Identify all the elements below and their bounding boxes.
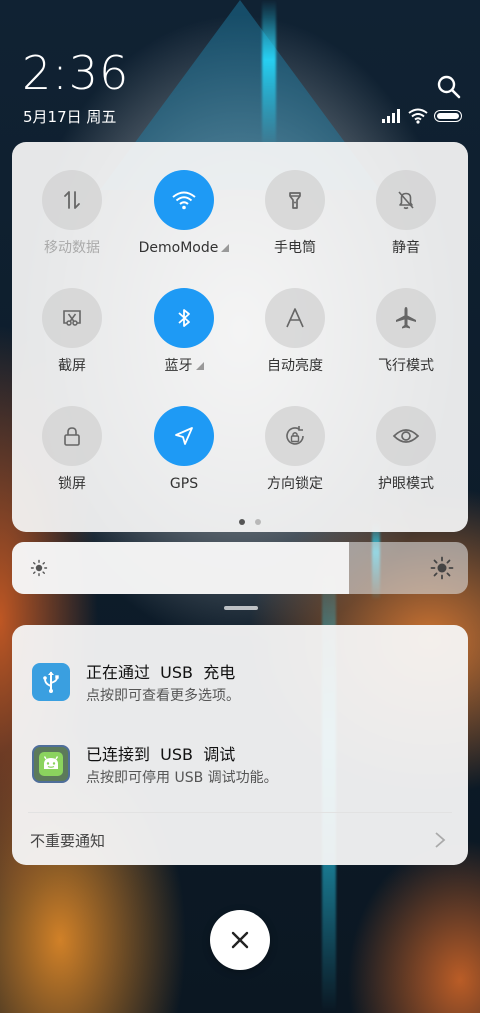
tile-label: 飞行模式: [378, 358, 434, 374]
usb-glyph-icon: [43, 671, 59, 693]
android-glyph-icon: [39, 752, 63, 776]
cell-signal-icon: [382, 109, 400, 123]
mobile-data-icon: [64, 191, 80, 209]
tile-label: 方向锁定: [267, 476, 323, 492]
tile-mute[interactable]: 静音: [356, 170, 456, 256]
tile-flashlight[interactable]: 手电筒: [245, 170, 345, 256]
search-icon[interactable]: [436, 74, 462, 100]
wifi-status-icon: [408, 108, 428, 124]
close-icon: [231, 931, 249, 949]
tile-mute-button[interactable]: [376, 170, 436, 230]
eye-icon: [392, 429, 420, 443]
notification-panel: 正在通过 USB 充电 点按即可查看更多选项。 已连接到 USB 调试 点按即可…: [12, 625, 468, 865]
notification-text: 点按即可停用 USB 调试功能。: [86, 770, 278, 786]
tile-label: 护眼模式: [378, 476, 434, 492]
tile-gps[interactable]: GPS: [134, 406, 234, 492]
usb-icon: [32, 663, 70, 701]
tile-label: 手电筒: [274, 240, 316, 256]
brightness-slider[interactable]: [12, 542, 468, 594]
auto-brightness-icon: [286, 308, 304, 328]
clear-all-button[interactable]: [210, 910, 270, 970]
screenshot-icon: [63, 310, 81, 326]
rotation-lock-icon: [286, 426, 304, 445]
battery-icon: [434, 110, 462, 122]
tile-label: DemoMode: [138, 240, 219, 256]
tile-auto-brightness-button[interactable]: [265, 288, 325, 348]
notification-text: 点按即可查看更多选项。: [86, 688, 240, 704]
quick-settings-panel: 移动数据 DemoMode 手电筒 静音 截屏 蓝牙 自动亮度 飞行模式 锁屏 …: [12, 142, 468, 532]
tile-mobile-data-button[interactable]: [42, 170, 102, 230]
expand-caret-icon: [221, 244, 230, 252]
tile-bluetooth[interactable]: 蓝牙: [134, 288, 234, 374]
tile-airplane[interactable]: 飞行模式: [356, 288, 456, 374]
tile-wifi[interactable]: DemoMode: [134, 170, 234, 256]
notification-usb-charging[interactable]: 正在通过 USB 充电 点按即可查看更多选项。: [12, 655, 468, 715]
tile-rotation-lock[interactable]: 方向锁定: [245, 406, 345, 492]
tile-label: 截屏: [58, 358, 86, 374]
tile-bluetooth-button[interactable]: [154, 288, 214, 348]
tile-label: 静音: [392, 240, 420, 256]
tile-label: 自动亮度: [267, 358, 323, 374]
tile-label: 锁屏: [58, 476, 86, 492]
tile-airplane-button[interactable]: [376, 288, 436, 348]
notification-usb-debugging[interactable]: 已连接到 USB 调试 点按即可停用 USB 调试功能。: [12, 737, 468, 797]
tile-flashlight-button[interactable]: [265, 170, 325, 230]
drag-handle[interactable]: [224, 606, 258, 610]
tile-screenshot-button[interactable]: [42, 288, 102, 348]
tile-wifi-button[interactable]: [154, 170, 214, 230]
lock-icon: [64, 427, 80, 446]
bluetooth-icon: [178, 309, 190, 327]
brightness-low-icon: [30, 559, 48, 577]
gps-icon: [175, 427, 193, 445]
clock-time: 2:36: [22, 46, 130, 100]
unimportant-notifications-row[interactable]: 不重要通知: [12, 813, 468, 865]
tile-lock-screen-button[interactable]: [42, 406, 102, 466]
tile-label: GPS: [169, 476, 199, 492]
tile-label: 蓝牙: [164, 358, 193, 374]
mute-bell-icon: [398, 191, 414, 210]
notification-title: 正在通过 USB 充电: [86, 663, 236, 682]
tile-gps-button[interactable]: [154, 406, 214, 466]
tile-eye-care[interactable]: 护眼模式: [356, 406, 456, 492]
tile-auto-brightness[interactable]: 自动亮度: [245, 288, 345, 374]
page-dot: [255, 519, 261, 525]
tile-label: 移动数据: [44, 240, 100, 256]
clock-date: 5月17日 周五: [23, 108, 117, 126]
airplane-icon: [396, 307, 416, 329]
wifi-icon: [172, 191, 196, 210]
tile-eye-care-button[interactable]: [376, 406, 436, 466]
tile-screenshot[interactable]: 截屏: [22, 288, 122, 374]
android-icon: [32, 745, 70, 783]
page-indicator: [239, 519, 261, 525]
brightness-fill: [12, 542, 350, 594]
page-dot: [239, 519, 245, 525]
tile-lock-screen[interactable]: 锁屏: [22, 406, 122, 492]
tile-mobile-data[interactable]: 移动数据: [22, 170, 122, 256]
tile-rotation-lock-button[interactable]: [265, 406, 325, 466]
flashlight-icon: [289, 192, 301, 209]
brightness-high-icon: [430, 556, 454, 580]
expand-caret-icon: [195, 362, 204, 370]
unimportant-notifications-label: 不重要通知: [30, 832, 106, 850]
notification-title: 已连接到 USB 调试: [86, 745, 236, 764]
chevron-right-icon: [435, 832, 446, 848]
